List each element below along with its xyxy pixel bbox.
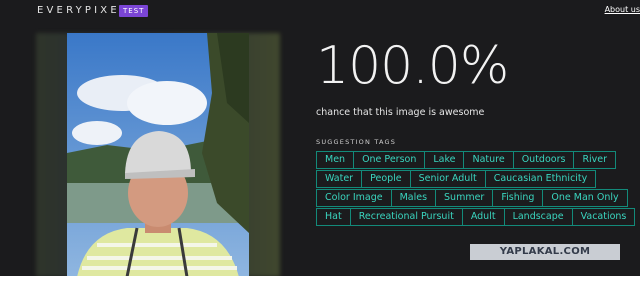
tag-chip[interactable]: Males: [390, 189, 437, 207]
tag-chip[interactable]: Summer: [435, 189, 494, 207]
tag-chip[interactable]: Lake: [424, 151, 465, 169]
tag-chip[interactable]: Nature: [463, 151, 514, 169]
score-caption: chance that this image is awesome: [316, 107, 485, 118]
tag-chip[interactable]: Recreational Pursuit: [349, 208, 463, 226]
top-bar: EVERYPIXEL TEST About us: [0, 0, 640, 24]
tag-chip[interactable]: River: [573, 151, 617, 169]
tag-chip[interactable]: Water: [316, 170, 363, 188]
watermark: YAPLAKAL.COM: [470, 244, 620, 260]
site-logo[interactable]: EVERYPIXEL: [37, 5, 129, 16]
tag-chip[interactable]: Outdoors: [512, 151, 575, 169]
tag-row: Color Image Males Summer Fishing One Man Onl…: [316, 189, 636, 207]
tag-chip[interactable]: Fishing: [492, 189, 544, 207]
suggestion-tags-label: SUGGESTION TAGS: [316, 138, 397, 146]
analyzed-photo: [36, 33, 280, 277]
tag-chip[interactable]: Adult: [461, 208, 505, 226]
tag-chip[interactable]: Color Image: [316, 189, 392, 207]
tag-row: Men One Person Lake Nature Outdoors River: [316, 151, 636, 169]
tag-chip[interactable]: Vacations: [571, 208, 636, 226]
tag-row: Water People Senior Adult Caucasian Ethnici…: [316, 170, 636, 188]
tag-chip[interactable]: Hat: [316, 208, 351, 226]
awesomeness-score: 100.0%: [316, 36, 509, 96]
suggestion-tags: Men One Person Lake Nature Outdoors River Wate…: [316, 151, 636, 227]
tag-chip[interactable]: Landscape: [503, 208, 573, 226]
tag-chip[interactable]: Senior Adult: [409, 170, 486, 188]
test-badge: TEST: [119, 5, 149, 17]
tag-chip[interactable]: One Person: [353, 151, 426, 169]
photo-image: [67, 33, 249, 277]
about-us-link[interactable]: About us: [605, 5, 640, 14]
tag-row: Hat Recreational Pursuit Adult Landscape Vac…: [316, 208, 636, 226]
tag-chip[interactable]: Men: [316, 151, 355, 169]
tag-chip[interactable]: Caucasian Ethnicity: [484, 170, 597, 188]
tag-chip[interactable]: One Man Only: [542, 189, 628, 207]
tag-chip[interactable]: People: [361, 170, 411, 188]
bottom-bar: [0, 276, 640, 282]
